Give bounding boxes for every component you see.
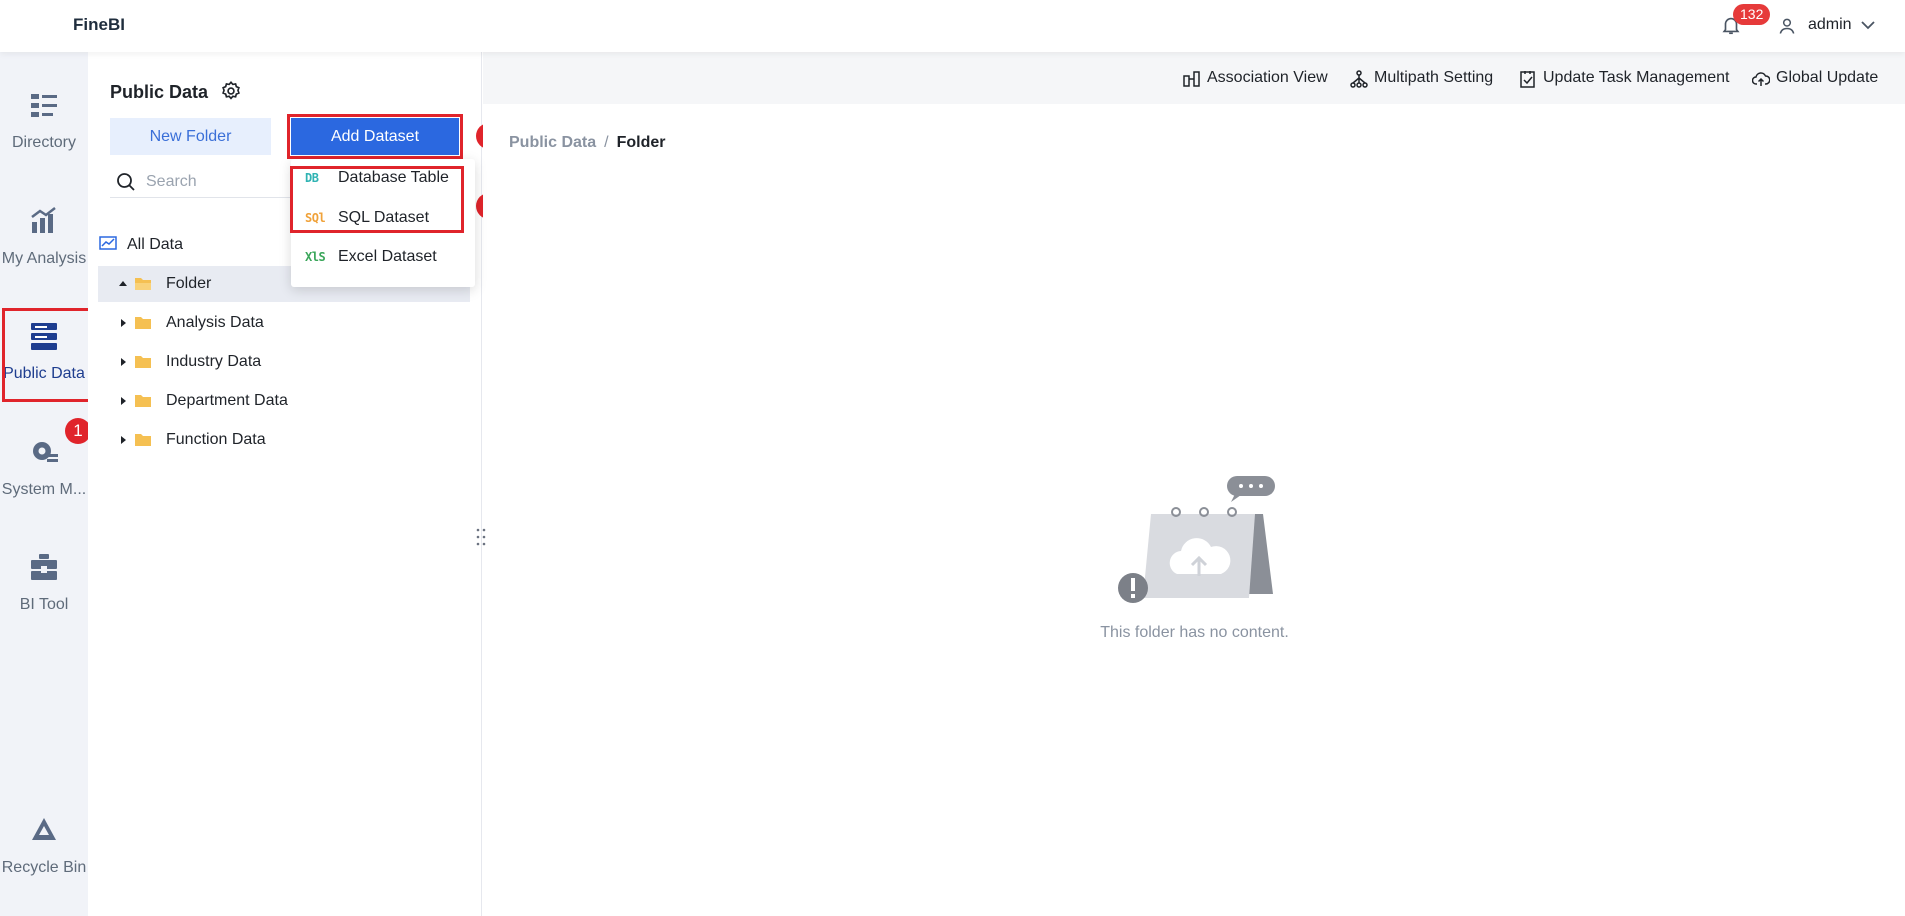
folder-icon — [135, 434, 151, 446]
panel-title: Public Data — [110, 82, 209, 102]
nav-label-recycle-bin: Recycle Bin — [1, 859, 87, 876]
recycle-bin-icon — [32, 818, 56, 840]
tree-item-department-data[interactable]: Department Data — [98, 383, 470, 419]
chart-icon — [99, 236, 117, 250]
tree-label-folder: Folder — [166, 275, 212, 292]
nav-item-bi-tool[interactable]: BI Tool — [0, 514, 88, 613]
main-content: Association View Multipath Setting Updat… — [476, 52, 1905, 916]
empty-folder-illustration — [1118, 476, 1275, 603]
gear-icon[interactable] — [220, 80, 242, 102]
tree-item-analysis-data[interactable]: Analysis Data — [98, 305, 470, 341]
nav-item-recycle-bin[interactable]: Recycle Bin — [0, 777, 88, 876]
excel-dataset-icon: XlS — [305, 250, 326, 264]
nav-label-my-analysis: My Analysis — [1, 250, 87, 267]
search-icon — [117, 173, 135, 191]
my-analysis-icon — [31, 207, 56, 233]
tree-item-function-data[interactable]: Function Data — [98, 422, 470, 458]
caret-down-icon[interactable] — [118, 279, 128, 289]
task-icon — [1520, 71, 1535, 88]
caret-right-icon[interactable] — [118, 435, 128, 445]
new-folder-button[interactable]: New Folder — [110, 118, 271, 155]
tree-item-industry-data[interactable]: Industry Data — [98, 344, 470, 380]
directory-icon — [31, 94, 57, 117]
breadcrumb-root[interactable]: Public Data — [509, 134, 596, 151]
highlight-box-add-dataset — [287, 114, 463, 159]
caret-right-icon[interactable] — [118, 318, 128, 328]
folder-icon — [135, 317, 151, 329]
nav-label-system-management: System M... — [1, 481, 87, 498]
username[interactable]: admin — [1808, 16, 1852, 34]
tree-label-department-data: Department Data — [166, 392, 288, 409]
nav-item-directory[interactable]: Directory — [0, 52, 88, 151]
notification-badge[interactable]: 132 — [1733, 4, 1771, 25]
breadcrumb: Public Data / Folder — [509, 134, 665, 152]
association-view-icon — [1183, 71, 1200, 87]
menu-label-excel-dataset: Excel Dataset — [338, 248, 437, 265]
caret-right-icon[interactable] — [118, 396, 128, 406]
empty-message: This folder has no content. — [1100, 624, 1289, 641]
left-nav: Directory My Analysis Public Data System… — [0, 52, 88, 916]
toolbar: Association View Multipath Setting Updat… — [483, 52, 1905, 104]
nav-item-system-management[interactable]: System M... — [0, 399, 88, 498]
nav-label-bi-tool: BI Tool — [19, 596, 69, 613]
chevron-down-icon[interactable] — [1860, 18, 1876, 32]
search-box — [110, 166, 295, 198]
system-management-icon — [33, 442, 58, 462]
highlight-box-public-data — [2, 308, 92, 402]
breadcrumb-current: Folder — [616, 134, 666, 151]
highlight-box-dataset-options — [290, 166, 464, 233]
multipath-icon — [1350, 70, 1368, 88]
tree-label-function-data: Function Data — [166, 431, 266, 448]
nav-item-my-analysis[interactable]: My Analysis — [0, 168, 88, 267]
tree-label-all-data: All Data — [127, 236, 184, 253]
breadcrumb-separator: / — [604, 134, 609, 151]
app-logo[interactable]: FineBI — [73, 15, 125, 35]
folder-icon — [135, 395, 151, 407]
nav-label-directory: Directory — [11, 134, 76, 151]
cloud-update-icon — [1752, 72, 1770, 86]
bi-tool-icon — [31, 554, 57, 580]
menu-item-excel-dataset[interactable]: XlS Excel Dataset — [291, 238, 475, 276]
caret-right-icon[interactable] — [118, 357, 128, 367]
search-input[interactable] — [146, 170, 291, 194]
tree-label-industry-data: Industry Data — [166, 353, 262, 370]
folder-icon — [135, 356, 151, 368]
user-icon[interactable] — [1777, 15, 1797, 37]
resize-handle-icon[interactable] — [474, 526, 488, 548]
folder-open-icon — [135, 278, 151, 290]
tree-label-analysis-data: Analysis Data — [166, 314, 264, 331]
top-bar: FineBI 132 admin — [0, 0, 1905, 52]
